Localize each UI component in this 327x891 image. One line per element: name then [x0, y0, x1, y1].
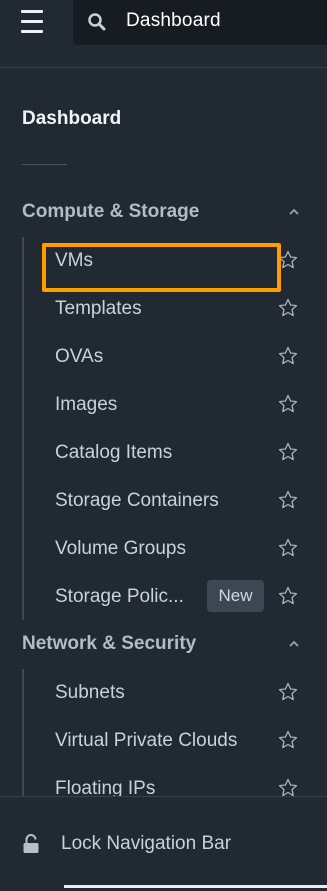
unlock-icon[interactable] — [22, 834, 40, 854]
star-icon[interactable] — [278, 778, 298, 798]
divider — [22, 164, 67, 165]
top-bar: Dashboard — [0, 0, 327, 68]
search-icon — [88, 13, 106, 31]
nav-item-images[interactable]: Images — [22, 385, 327, 425]
navigation-panel: Dashboard Dashboard Compute & Storage VM… — [0, 0, 327, 891]
section-title: Network & Security — [22, 633, 197, 654]
lock-navigation-bar-button[interactable]: Lock Navigation Bar — [61, 833, 231, 855]
star-icon[interactable] — [278, 394, 298, 414]
nav-item-catalog-items[interactable]: Catalog Items — [22, 433, 327, 473]
star-icon[interactable] — [278, 442, 298, 462]
nav-item-volume-groups[interactable]: Volume Groups — [22, 529, 327, 569]
nav-item-ovas[interactable]: OVAs — [22, 337, 327, 377]
star-icon[interactable] — [278, 538, 298, 558]
nav-item-label: Catalog Items — [55, 442, 173, 463]
chevron-up-icon — [289, 208, 299, 215]
nav-item-label: VMs — [55, 250, 93, 271]
chevron-up-icon — [289, 640, 299, 647]
section-title: Compute & Storage — [22, 201, 200, 222]
star-icon[interactable] — [278, 298, 298, 318]
search-input[interactable]: Dashboard — [73, 0, 327, 45]
section-header-network-security[interactable]: Network & Security — [22, 633, 312, 659]
search-value: Dashboard — [126, 10, 221, 31]
star-icon[interactable] — [278, 730, 298, 750]
nav-item-subnets[interactable]: Subnets — [22, 673, 327, 713]
nav-item-label: Virtual Private Clouds — [55, 730, 238, 751]
star-icon[interactable] — [278, 346, 298, 366]
star-icon[interactable] — [278, 490, 298, 510]
nav-item-templates[interactable]: Templates — [22, 289, 327, 329]
new-badge: New — [207, 580, 264, 612]
star-icon[interactable] — [278, 250, 298, 270]
section-header-compute-storage[interactable]: Compute & Storage — [22, 201, 312, 227]
star-icon[interactable] — [278, 586, 298, 606]
nav-item-label: OVAs — [55, 346, 104, 367]
footer: Lock Navigation Bar — [0, 796, 327, 891]
nav-item-label: Volume Groups — [55, 538, 186, 559]
nav-item-vms[interactable]: VMs — [22, 241, 327, 281]
nav-item-dashboard[interactable]: Dashboard — [22, 108, 121, 130]
nav-item-label: Subnets — [55, 682, 125, 703]
nav-item-label: Images — [55, 394, 118, 415]
hamburger-menu-icon[interactable] — [19, 10, 45, 34]
nav-item-label: Templates — [55, 298, 142, 319]
star-icon[interactable] — [278, 682, 298, 702]
nav-item-storage-containers[interactable]: Storage Containers — [22, 481, 327, 521]
nav-item-storage-policies[interactable]: Storage Polic... New — [22, 577, 327, 617]
nav-item-virtual-private-clouds[interactable]: Virtual Private Clouds — [22, 721, 327, 761]
scroll-strip — [64, 885, 327, 888]
nav-item-label: Storage Polic... — [55, 586, 184, 607]
nav-item-label: Storage Containers — [55, 490, 219, 511]
